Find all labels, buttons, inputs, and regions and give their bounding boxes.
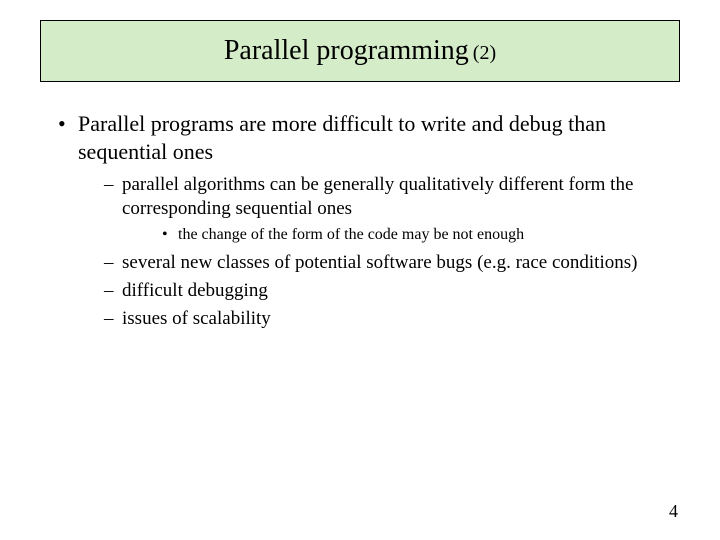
bullet-text: Parallel programs are more difficult to … <box>78 111 606 164</box>
sub-bullet-text: several new classes of potential softwar… <box>122 252 637 273</box>
sub-bullet-item: parallel algorithms can be generally qua… <box>104 173 680 245</box>
sub-bullet-item: difficult debugging <box>104 279 680 303</box>
subsub-bullet-text: the change of the form of the code may b… <box>178 226 524 243</box>
sub-bullet-text: difficult debugging <box>122 280 268 301</box>
sub-bullet-text: parallel algorithms can be generally qua… <box>122 174 633 219</box>
sub-bullet-text: issues of scalability <box>122 308 271 329</box>
sub-bullet-item: several new classes of potential softwar… <box>104 251 680 275</box>
slide-title: Parallel programming <box>224 35 469 66</box>
page-number: 4 <box>669 501 678 522</box>
slide-title-suffix: (2) <box>473 42 496 64</box>
sub-bullet-item: issues of scalability <box>104 307 680 331</box>
slide-title-box: Parallel programming (2) <box>40 20 680 82</box>
subsub-bullet-item: the change of the form of the code may b… <box>162 225 680 246</box>
bullet-list-level1: Parallel programs are more difficult to … <box>40 110 680 331</box>
bullet-item: Parallel programs are more difficult to … <box>58 110 680 331</box>
bullet-list-level3: the change of the form of the code may b… <box>122 225 680 246</box>
bullet-list-level2: parallel algorithms can be generally qua… <box>78 173 680 331</box>
